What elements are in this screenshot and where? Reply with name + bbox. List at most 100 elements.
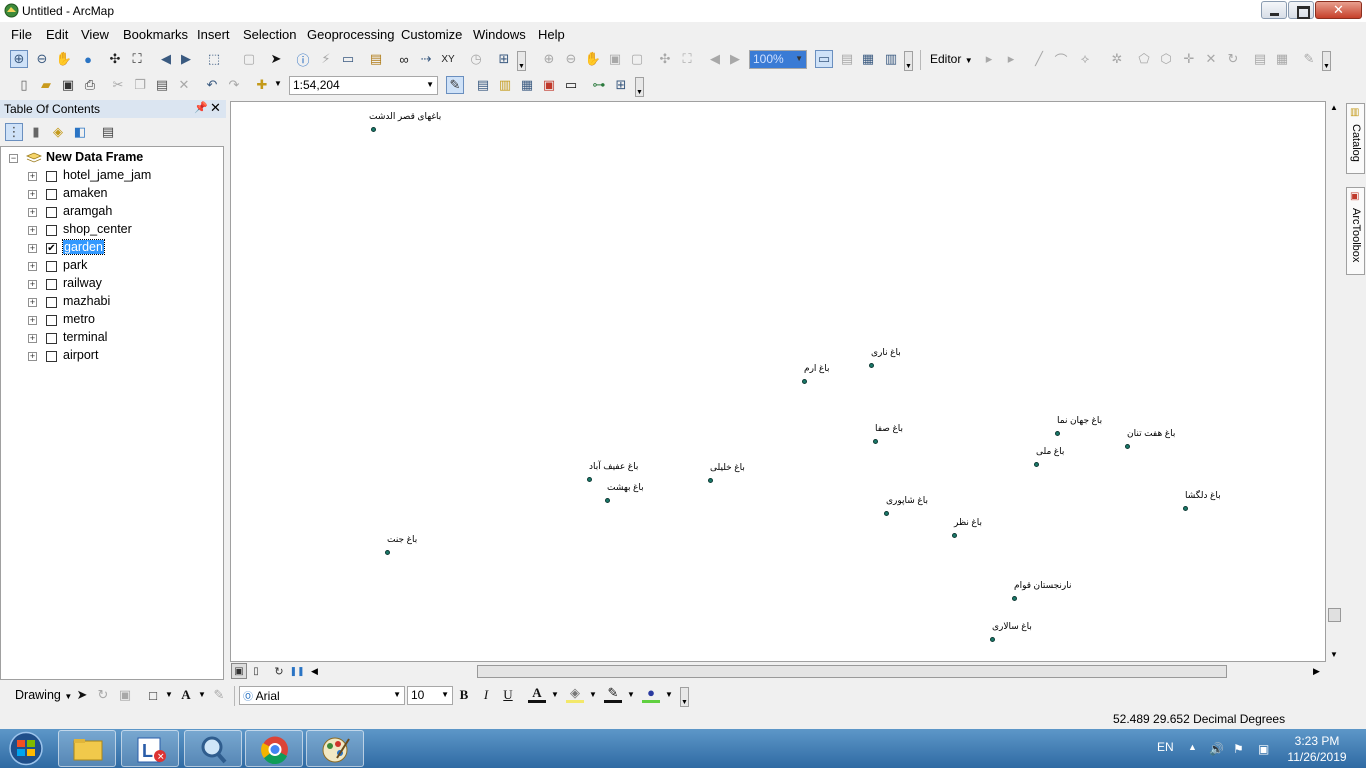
table-of-contents-icon[interactable]: ▤ [474, 76, 492, 94]
drawing-menu[interactable]: Drawing ▼ [15, 688, 72, 702]
data-frame-row[interactable]: − New Data Frame [1, 149, 221, 167]
rotate-icon[interactable]: ↻ [94, 686, 112, 704]
toggle-draft-mode-icon[interactable]: ▭ [815, 50, 833, 68]
scroll-up-icon[interactable]: ▲ [1330, 103, 1338, 112]
focus-data-frame-icon[interactable]: ▤ [838, 50, 856, 68]
menu-view[interactable]: View [81, 27, 109, 42]
layer-visibility-checkbox[interactable] [46, 189, 57, 200]
layer-name-label[interactable]: park [63, 258, 87, 272]
attributes-icon[interactable]: ▤ [1251, 50, 1269, 68]
straight-segment-icon[interactable]: ╱ [1030, 50, 1048, 68]
garden-point-marker[interactable] [385, 550, 390, 555]
volume-icon[interactable]: 🔊 [1209, 742, 1224, 756]
scroll-right-icon[interactable]: ▶ [1313, 666, 1320, 677]
menu-file[interactable]: File [11, 27, 32, 42]
end-point-arc-icon[interactable]: ⌒ [1052, 50, 1070, 68]
expand-icon[interactable]: + [28, 172, 37, 181]
expand-icon[interactable]: + [28, 334, 37, 343]
menu-customize[interactable]: Customize [401, 27, 462, 42]
taskbar-explorer-button[interactable] [58, 730, 116, 767]
horizontal-scroll-thumb[interactable] [477, 665, 1227, 678]
layer-name-label[interactable]: mazhabi [63, 294, 110, 308]
arctoolbox-tab[interactable]: ▣ ArcToolbox [1346, 187, 1365, 275]
toc-options-icon[interactable]: ▤ [99, 123, 117, 141]
font-color-icon[interactable]: A [528, 685, 546, 703]
layout-fixed-out-icon[interactable]: ⛶ [678, 50, 696, 68]
line-color-icon[interactable]: ✎ [604, 685, 622, 703]
layer-name-label[interactable]: metro [63, 312, 95, 326]
garden-point-marker[interactable] [802, 379, 807, 384]
collapse-icon[interactable]: − [9, 154, 18, 163]
layer-visibility-checkbox[interactable] [46, 207, 57, 218]
find-route-icon[interactable]: ⇢ [417, 50, 435, 68]
layer-row[interactable]: + mazhabi [1, 293, 221, 311]
data-view-icon[interactable]: ▣ [231, 663, 247, 679]
input-language[interactable]: EN [1157, 740, 1174, 754]
action-center-flag-icon[interactable]: ⚑ [1233, 742, 1247, 756]
search-window-icon[interactable]: ▦ [518, 76, 536, 94]
chevron-down-icon[interactable]: ▼ [198, 690, 206, 699]
hyperlink-icon[interactable]: ⚡ [317, 50, 335, 68]
fixed-zoom-in-icon[interactable]: ✣ [106, 50, 124, 68]
garden-point-marker[interactable] [587, 477, 592, 482]
horizontal-scrollbar[interactable]: ▣ ▯ ↻ ❚❚ ◀ ▶ [229, 663, 1327, 680]
layout-zoom-out-icon[interactable]: ⊖ [562, 50, 580, 68]
layer-name-label[interactable]: garden [62, 239, 105, 255]
garden-point-marker[interactable] [952, 533, 957, 538]
taskbar-search-button[interactable] [184, 730, 242, 767]
html-popup-icon[interactable]: ▭ [339, 50, 357, 68]
trace-icon[interactable]: ⟡ [1076, 50, 1094, 68]
create-viewer-icon[interactable]: ⊞ [495, 50, 513, 68]
layer-name-label[interactable]: amaken [63, 186, 107, 200]
create-features-icon[interactable]: ✎ [1300, 50, 1318, 68]
add-data-icon[interactable]: ✚ [253, 76, 271, 94]
garden-point-marker[interactable] [1125, 444, 1130, 449]
layer-visibility-checkbox[interactable] [46, 297, 57, 308]
layer-row[interactable]: + terminal [1, 329, 221, 347]
layer-row[interactable]: + amaken [1, 185, 221, 203]
cut-icon[interactable]: ✂ [109, 76, 127, 94]
expand-icon[interactable]: + [28, 226, 37, 235]
scroll-left-icon[interactable]: ◀ [311, 666, 318, 677]
network-icon[interactable]: ▣ [1258, 742, 1272, 756]
edit-tool-icon[interactable]: ▸ [980, 50, 998, 68]
garden-point-marker[interactable] [884, 511, 889, 516]
garden-point-marker[interactable] [990, 637, 995, 642]
toolbar-overflow-icon[interactable]: ▼ [680, 687, 689, 707]
toolbar-overflow-icon[interactable]: ▼ [904, 51, 913, 71]
print-icon[interactable]: ⎙ [81, 76, 99, 94]
menu-windows[interactable]: Windows [473, 27, 526, 42]
select-elements-icon[interactable]: ➤ [267, 50, 285, 68]
edit-vertices-icon[interactable]: ✎ [210, 686, 228, 704]
expand-icon[interactable]: + [28, 244, 37, 253]
measure-icon[interactable]: ▤ [367, 50, 385, 68]
expand-icon[interactable]: + [28, 208, 37, 217]
maximize-button[interactable] [1288, 1, 1314, 19]
garden-point-marker[interactable] [1183, 506, 1188, 511]
cut-polygons-icon[interactable]: ⬡ [1157, 50, 1175, 68]
layer-visibility-checkbox[interactable] [46, 315, 57, 326]
layer-visibility-checkbox[interactable]: ✔ [46, 243, 57, 254]
catalog-tab[interactable]: ▥ Catalog [1346, 103, 1365, 174]
garden-point-marker[interactable] [873, 439, 878, 444]
catalog-window-icon[interactable]: ▥ [496, 76, 514, 94]
layout-fixed-in-icon[interactable]: ✣ [656, 50, 674, 68]
expand-icon[interactable]: + [28, 280, 37, 289]
layer-name-label[interactable]: railway [63, 276, 102, 290]
close-button[interactable] [1315, 1, 1362, 19]
fill-color-icon[interactable]: ◈ [566, 685, 584, 703]
change-layout-icon[interactable]: ▦ [859, 50, 877, 68]
layer-visibility-checkbox[interactable] [46, 351, 57, 362]
chevron-down-icon[interactable]: ▼ [589, 690, 597, 699]
python-window-icon[interactable]: ▭ [562, 76, 580, 94]
layout-view-icon[interactable]: ▯ [248, 663, 264, 679]
layer-visibility-checkbox[interactable] [46, 279, 57, 290]
list-by-source-icon[interactable]: ▮ [27, 123, 45, 141]
pause-drawing-icon[interactable]: ❚❚ [289, 663, 305, 679]
list-by-drawing-order-icon[interactable]: ⋮ [5, 123, 23, 141]
paste-icon[interactable]: ▤ [153, 76, 171, 94]
font-family-combo[interactable]: Ⓞ Arial ▼ [239, 686, 405, 705]
text-tool-icon[interactable]: A [177, 686, 195, 704]
layer-visibility-checkbox[interactable] [46, 333, 57, 344]
split-tool-icon[interactable]: ✛ [1180, 50, 1198, 68]
